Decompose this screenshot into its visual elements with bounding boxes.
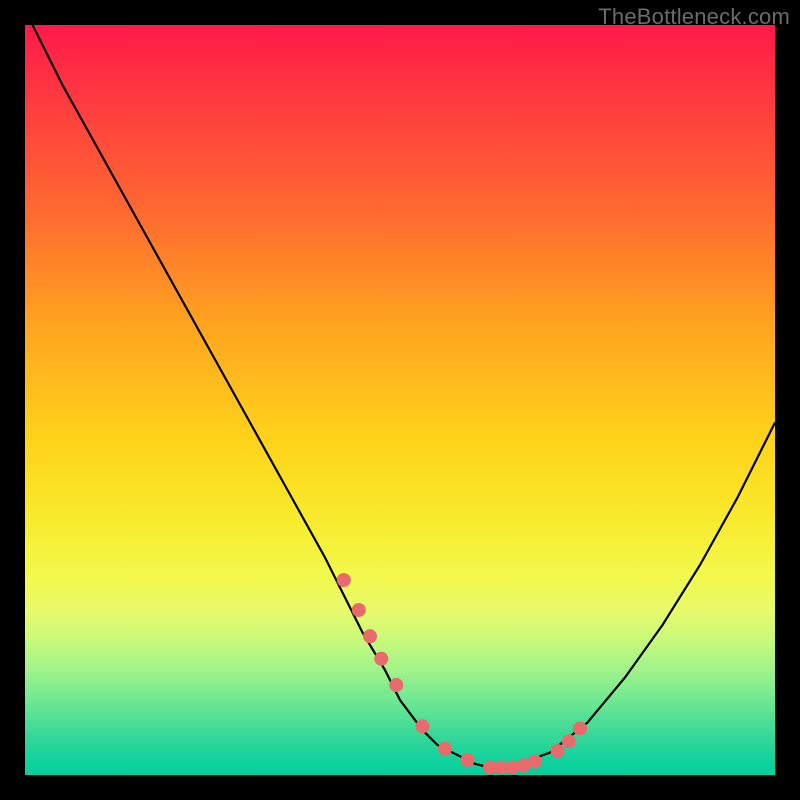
chart-svg bbox=[25, 25, 775, 775]
highlight-dot bbox=[528, 755, 542, 769]
highlight-dot bbox=[352, 603, 366, 617]
bottleneck-curve bbox=[33, 25, 776, 768]
highlight-dot bbox=[573, 722, 587, 736]
highlight-dot bbox=[461, 753, 475, 767]
highlight-dot bbox=[389, 678, 403, 692]
highlight-dot bbox=[374, 652, 388, 666]
watermark-text: TheBottleneck.com bbox=[598, 4, 790, 30]
highlight-dot bbox=[337, 573, 351, 587]
highlight-dot bbox=[416, 719, 430, 733]
chart-frame: TheBottleneck.com bbox=[0, 0, 800, 800]
highlight-dot bbox=[551, 744, 565, 758]
highlight-dots-group bbox=[337, 573, 587, 775]
highlight-dot bbox=[438, 742, 452, 756]
highlight-dot bbox=[562, 734, 576, 748]
highlight-dot bbox=[363, 629, 377, 643]
